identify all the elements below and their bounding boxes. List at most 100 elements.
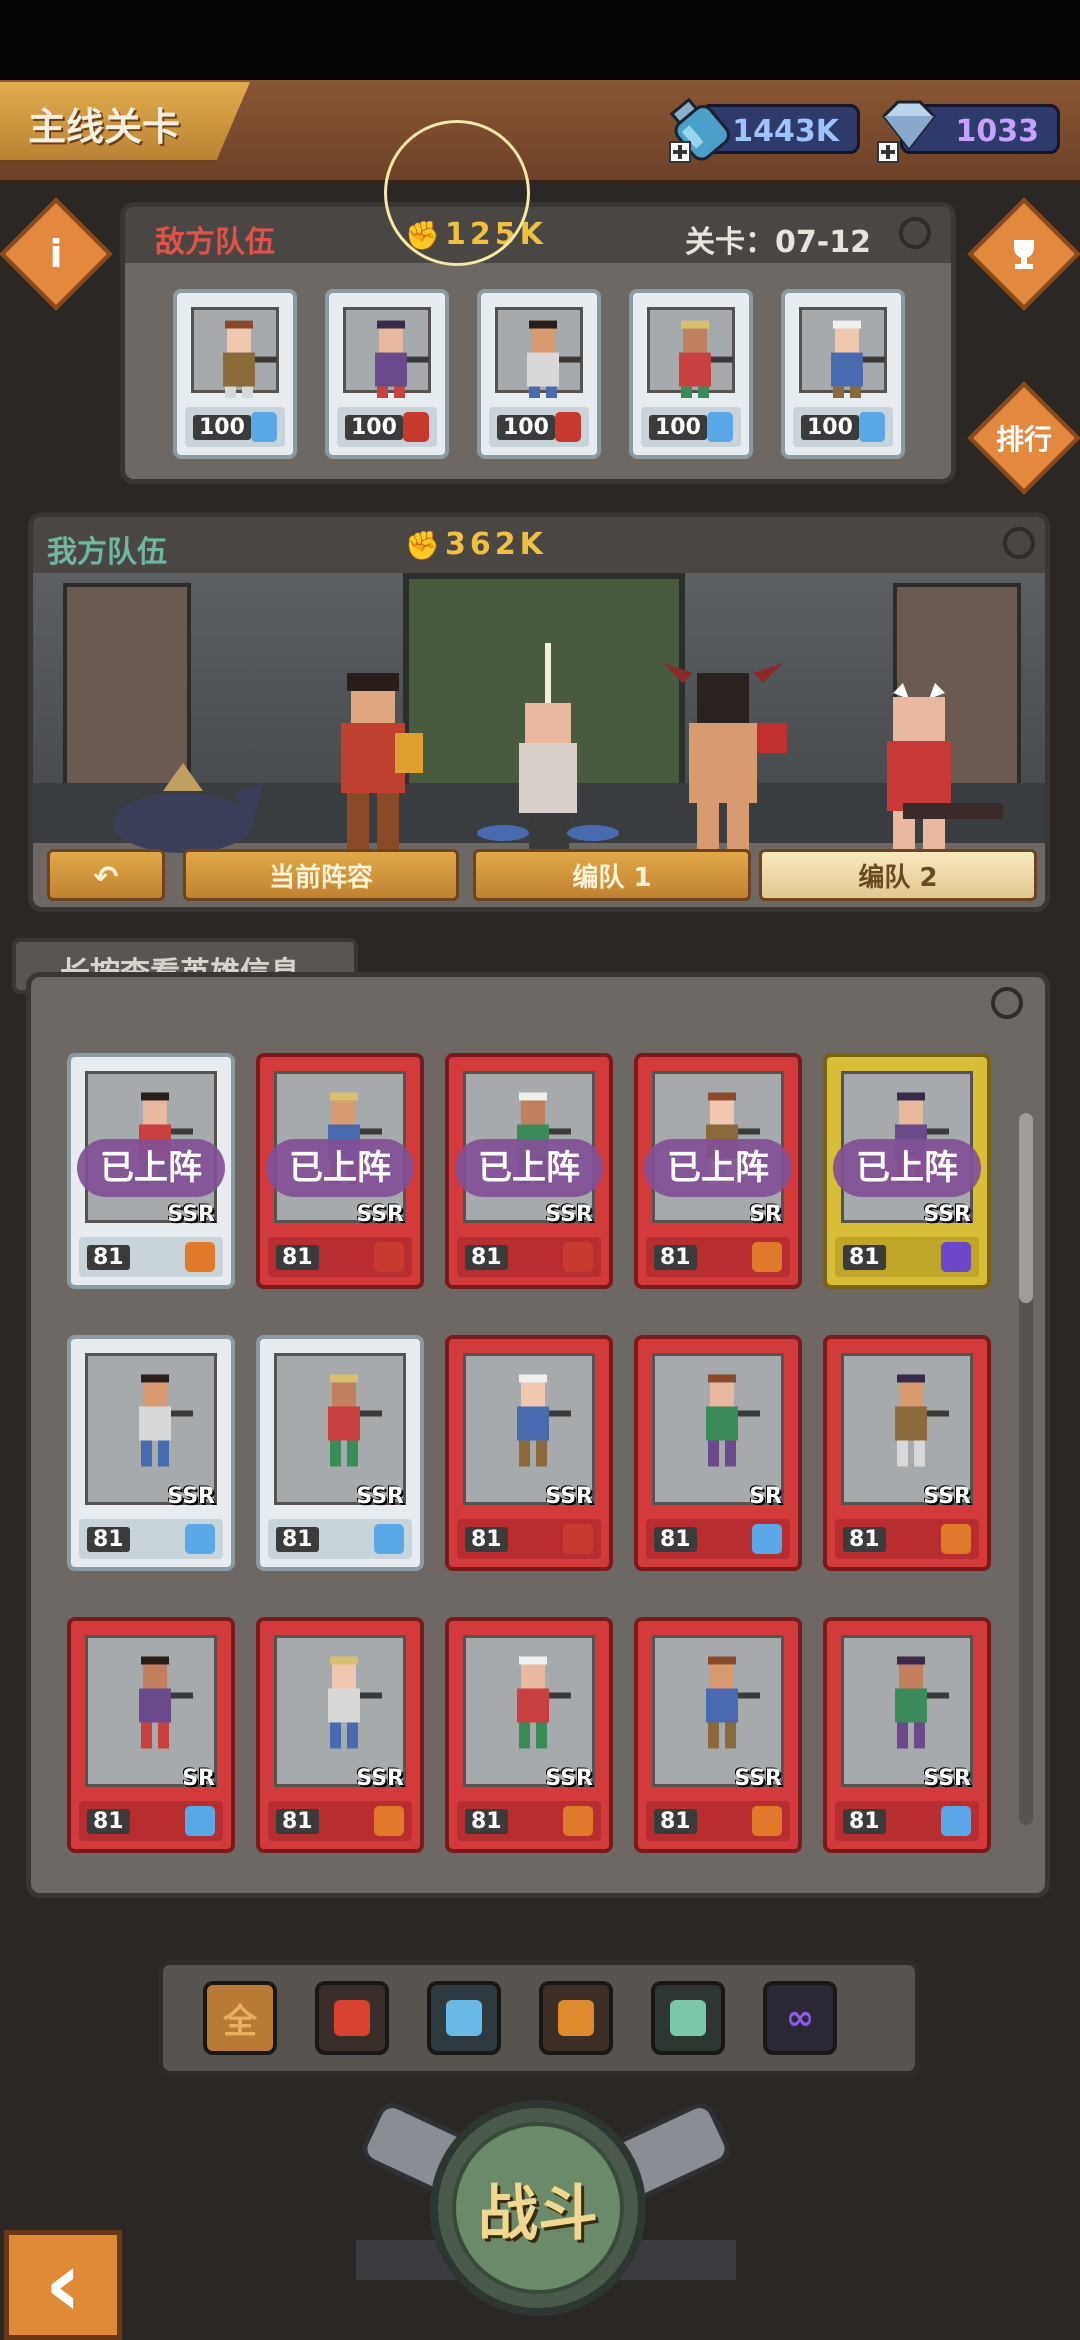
enemy-hero-card[interactable]: 100 bbox=[629, 289, 753, 459]
enemy-team-label: 敌方队伍 bbox=[155, 225, 275, 260]
hero-list-scrollbar-thumb[interactable] bbox=[1019, 1113, 1033, 1303]
hero-card[interactable]: SR 81 已上阵 bbox=[634, 1053, 802, 1289]
faction-filter-button[interactable]: 全 bbox=[203, 1981, 277, 2055]
deployed-badge: 已上阵 bbox=[266, 1139, 414, 1197]
card-portrait-frame bbox=[463, 1353, 595, 1505]
faction-filter-button[interactable]: ∞ bbox=[763, 1981, 837, 2055]
hero-card[interactable]: SSR 81 bbox=[634, 1617, 802, 1853]
hero-card[interactable]: SSR 81 bbox=[823, 1335, 991, 1571]
faction-filter-button[interactable] bbox=[315, 1981, 389, 2055]
deployed-badge: 已上阵 bbox=[833, 1139, 981, 1197]
reset-tab-button[interactable]: ↶ bbox=[47, 849, 165, 901]
hero-level: 100 bbox=[345, 414, 403, 440]
panel-settings-icon[interactable] bbox=[1003, 527, 1035, 559]
card-level-bar: 81 bbox=[79, 1237, 223, 1277]
card-level-bar: 81 bbox=[268, 1801, 412, 1841]
faction-icon bbox=[402, 412, 429, 442]
card-portrait-frame bbox=[274, 1353, 406, 1505]
rarity-badge: SSR bbox=[734, 1766, 782, 1791]
panel-settings-icon[interactable] bbox=[991, 987, 1023, 1019]
card-portrait-frame bbox=[841, 1635, 973, 1787]
enemy-hero-card[interactable]: 100 bbox=[781, 289, 905, 459]
rarity-badge: SSR bbox=[545, 1766, 593, 1791]
card-portrait-frame bbox=[799, 307, 887, 413]
faction-icon bbox=[554, 412, 581, 442]
rarity-badge: SSR bbox=[923, 1766, 971, 1791]
fist-icon: ✊ bbox=[405, 529, 440, 562]
hero-level: 100 bbox=[649, 414, 707, 440]
deployed-badge: 已上阵 bbox=[644, 1139, 792, 1197]
battle-button[interactable]: 战斗 bbox=[430, 2100, 646, 2316]
rarity-badge: SSR bbox=[356, 1484, 404, 1509]
card-level-bar: 81 bbox=[646, 1801, 790, 1841]
panel-settings-icon[interactable] bbox=[899, 217, 931, 249]
enemy-hero-card[interactable]: 100 bbox=[173, 289, 297, 459]
hero-card[interactable]: SSR 81 bbox=[445, 1335, 613, 1571]
card-level-bar: 100 bbox=[793, 407, 893, 447]
tab-current-lineup[interactable]: 当前阵容 bbox=[183, 849, 459, 901]
enemy-team-panel: 敌方队伍 ✊ 125K 关卡：07-12 100 100 100 100 100 bbox=[120, 202, 956, 484]
status-bar bbox=[0, 0, 1080, 80]
hero-card[interactable]: SSR 81 已上阵 bbox=[67, 1053, 235, 1289]
enemy-panel-header: 敌方队伍 ✊ 125K 关卡：07-12 bbox=[125, 207, 951, 263]
hero-card[interactable]: SSR 81 已上阵 bbox=[823, 1053, 991, 1289]
faction-filter-icon bbox=[558, 2000, 594, 2036]
card-level-bar: 100 bbox=[641, 407, 741, 447]
ally-hero-barbarian bbox=[663, 663, 787, 863]
enemy-hero-card[interactable]: 100 bbox=[477, 289, 601, 459]
hero-card[interactable]: SSR 81 bbox=[445, 1617, 613, 1853]
back-button[interactable]: ‹ bbox=[4, 2230, 122, 2340]
card-level-bar: 100 bbox=[337, 407, 437, 447]
card-level-bar: 81 bbox=[457, 1519, 601, 1559]
trophy-button[interactable] bbox=[967, 197, 1080, 311]
tab-team-2[interactable]: 编队 2 bbox=[759, 849, 1037, 901]
hero-level: 81 bbox=[843, 1244, 886, 1270]
ally-hero-fighter bbox=[341, 673, 423, 853]
ally-team-panel: 我方队伍 ✊ 362K ↶ 当前阵容 编队 1 编队 2 bbox=[28, 512, 1050, 912]
hero-portrait bbox=[527, 320, 581, 413]
faction-filter-button[interactable] bbox=[427, 1981, 501, 2055]
ranking-button[interactable]: 排行 bbox=[967, 381, 1080, 495]
faction-icon bbox=[858, 412, 885, 442]
ally-team-label: 我方队伍 bbox=[47, 535, 167, 570]
rarity-badge: SSR bbox=[923, 1202, 971, 1227]
rarity-badge: SSR bbox=[545, 1484, 593, 1509]
hero-card[interactable]: SSR 81 bbox=[256, 1335, 424, 1571]
hero-level: 81 bbox=[654, 1808, 697, 1834]
hero-card[interactable]: SSR 81 bbox=[256, 1617, 424, 1853]
info-icon: i bbox=[49, 232, 63, 276]
hero-card[interactable]: SR 81 bbox=[634, 1335, 802, 1571]
hero-card[interactable]: SSR 81 bbox=[67, 1335, 235, 1571]
faction-filter-icon: ∞ bbox=[785, 1998, 815, 2038]
faction-filter-button[interactable] bbox=[539, 1981, 613, 2055]
card-portrait-frame bbox=[495, 307, 583, 413]
faction-icon bbox=[941, 1524, 971, 1554]
hero-level: 81 bbox=[654, 1526, 697, 1552]
rarity-badge: SSR bbox=[167, 1202, 215, 1227]
faction-filter-button[interactable] bbox=[651, 1981, 725, 2055]
hero-level: 81 bbox=[465, 1244, 508, 1270]
hero-card[interactable]: SR 81 bbox=[67, 1617, 235, 1853]
enemy-hero-card[interactable]: 100 bbox=[325, 289, 449, 459]
hero-level: 81 bbox=[843, 1526, 886, 1552]
tab-team-1[interactable]: 编队 1 bbox=[473, 849, 751, 901]
card-level-bar: 81 bbox=[79, 1801, 223, 1841]
card-portrait-frame bbox=[652, 1635, 784, 1787]
faction-icon bbox=[563, 1524, 593, 1554]
faction-icon bbox=[374, 1524, 404, 1554]
hero-list-panel: SSR 81 已上阵 SSR 81 已上阵 SSR 81 已上阵 SR 81 已上阵 SSR 81 已上阵 S… bbox=[26, 972, 1050, 1898]
faction-icon bbox=[752, 1524, 782, 1554]
hero-list-scrollbar-track[interactable] bbox=[1019, 1113, 1033, 1825]
info-button[interactable]: i bbox=[0, 197, 113, 311]
hero-card[interactable]: SSR 81 已上阵 bbox=[445, 1053, 613, 1289]
hero-card[interactable]: SSR 81 已上阵 bbox=[256, 1053, 424, 1289]
card-level-bar: 81 bbox=[457, 1237, 601, 1277]
rarity-badge: SSR bbox=[356, 1766, 404, 1791]
faction-filter-bar: 全 ∞ bbox=[158, 1960, 920, 2076]
hero-portrait bbox=[679, 320, 733, 413]
card-level-bar: 81 bbox=[835, 1801, 979, 1841]
hero-card[interactable]: SSR 81 bbox=[823, 1617, 991, 1853]
rarity-badge: SSR bbox=[923, 1484, 971, 1509]
card-portrait-frame bbox=[652, 1353, 784, 1505]
faction-filter-icon bbox=[334, 2000, 370, 2036]
